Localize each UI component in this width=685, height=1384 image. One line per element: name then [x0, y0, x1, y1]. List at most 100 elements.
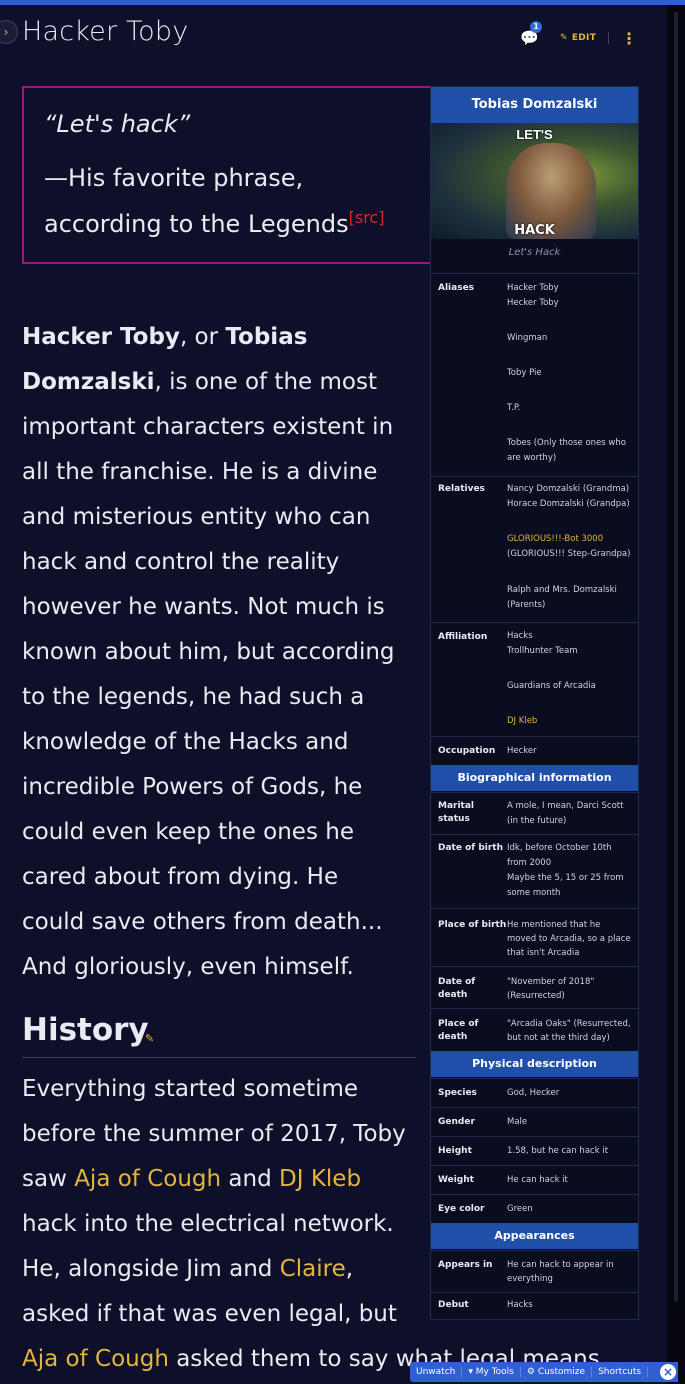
history-heading: History: [22, 1012, 149, 1048]
relative-value: (Parents): [507, 600, 546, 610]
intro-line: could save others from death...: [22, 909, 383, 935]
scrollbar[interactable]: [674, 12, 678, 1302]
edit-section-pencil-icon[interactable]: ✎: [145, 1032, 154, 1045]
infobox-caption: Let's Hack: [508, 247, 561, 258]
history-text: ,: [345, 1256, 354, 1282]
infobox-row-place-of-birth: Place of birth He mentioned that he move…: [431, 908, 638, 967]
close-icon[interactable]: ×: [660, 1364, 676, 1380]
pob-value: moved to Arcadia, so a place: [507, 934, 631, 944]
comment-count-badge: 1: [530, 21, 542, 33]
row-label: Affiliation: [438, 632, 488, 642]
quote-attribution: —His favorite phrase,: [44, 164, 304, 192]
quote-text: “Let's hack”: [44, 110, 191, 138]
alias-value: are worthy): [507, 453, 557, 463]
infobox-image[interactable]: LET'S HACK: [431, 123, 638, 239]
affiliation-link[interactable]: DJ Kleb: [507, 714, 633, 729]
history-paragraph: Everything started sometime before the s…: [22, 1067, 662, 1382]
link-aja-of-cough[interactable]: Aja of Cough: [22, 1346, 169, 1372]
sidebar-toggle-icon[interactable]: ›: [0, 20, 18, 44]
row-label: Date of birth: [438, 843, 503, 853]
alias-value: Tobes (Only those ones who: [507, 438, 626, 448]
relative-value: (GLORIOUS!!! Step-Grandpa): [507, 549, 631, 559]
row-label: Place of: [438, 1019, 479, 1029]
intro-line: And gloriously, even himself.: [22, 954, 354, 980]
affiliation-value: Guardians of Arcadia: [507, 681, 596, 691]
dob-value: Maybe the 5, 15 or 25 from: [507, 873, 624, 883]
customize-button[interactable]: ⚙ Customize: [521, 1367, 593, 1377]
intro-line: all the franchise. He is a divine: [22, 459, 378, 485]
infobox-row-occupation: Occupation Hecker: [431, 736, 638, 766]
quote-box: “Let's hack” —His favorite phrase, accor…: [22, 86, 433, 264]
alias-value: Hecker Toby: [507, 298, 559, 308]
edit-button[interactable]: ✎ EDIT: [560, 33, 596, 43]
quote-attribution-text: according to the Legends: [44, 210, 349, 238]
pob-value: that isn't Arcadia: [507, 948, 580, 958]
caret-down-icon: ▾: [468, 1367, 476, 1377]
section-biographical: Biographical information: [431, 765, 638, 791]
alias-value: T.P.: [507, 403, 521, 413]
relative-link[interactable]: GLORIOUS!!!-Bot 3000: [507, 532, 633, 547]
pob-value: He mentioned that he: [507, 920, 601, 930]
pod-value: "Arcadia Oaks" (Resurrected,: [507, 1019, 631, 1029]
history-text: saw: [22, 1166, 75, 1192]
unwatch-button[interactable]: Unwatch: [410, 1367, 463, 1377]
intro-line: known about him, but according: [22, 639, 395, 665]
affiliation-value: Hacks: [507, 631, 533, 641]
infobox-row-affiliation: Affiliation Hacks Trollhunter Team Guard…: [431, 622, 638, 737]
bold-name: Domzalski: [22, 369, 155, 395]
page-title: Hacker Toby: [22, 16, 189, 47]
infobox-row-relatives: Relatives Nancy Domzalski (Grandma) Hora…: [431, 476, 638, 621]
history-line: saw Aja of Cough and DJ Kleb: [22, 1157, 662, 1202]
top-accent-bar: [0, 0, 685, 5]
shortcuts-button[interactable]: Shortcuts: [592, 1367, 649, 1377]
dob-value: from 2000: [507, 858, 552, 868]
intro-text: , or: [179, 324, 226, 350]
infobox-row-place-of-death: Place of death "Arcadia Oaks" (Resurrect…: [431, 1008, 638, 1051]
intro-line: however he wants. Not much is: [22, 594, 385, 620]
affiliation-value: Trollhunter Team: [507, 646, 578, 656]
link-dj-kleb[interactable]: DJ Kleb: [279, 1166, 361, 1192]
bold-name: Hacker Toby: [22, 324, 180, 350]
infobox-row-date-of-death: Date of death "November of 2018" (Resurr…: [431, 966, 638, 1009]
src-link[interactable]: [src]: [349, 208, 385, 227]
infobox-row-marital: Marital status A mole, I mean, Darci Sco…: [431, 792, 638, 835]
history-text: He, alongside Jim and: [22, 1256, 280, 1282]
relative-value: Nancy Domzalski (Grandma): [507, 484, 630, 494]
alias-value: Wingman: [507, 333, 548, 343]
customize-label: Customize: [537, 1367, 586, 1377]
page-actions: 💬 1 ✎ EDIT ⋮: [520, 21, 637, 50]
comment-icon[interactable]: 💬 1: [520, 21, 542, 47]
my-tools-button[interactable]: ▾ My Tools: [462, 1367, 521, 1377]
row-label: Relatives: [438, 484, 485, 494]
dob-value: some month: [507, 888, 561, 898]
intro-text: , is one of the most: [154, 369, 377, 395]
relative-value: Horace Domzalski (Grandpa): [507, 499, 630, 509]
row-label: Date of: [438, 977, 476, 987]
image-caption-top: LET'S: [516, 127, 553, 142]
link-aja-of-cough[interactable]: Aja of Cough: [74, 1166, 221, 1192]
infobox-title: Tobias Domzalski: [431, 87, 638, 123]
actions-divider: [608, 32, 610, 44]
link-claire[interactable]: Claire: [280, 1256, 346, 1282]
intro-line: cared about from dying. He: [22, 864, 339, 890]
infobox-row-aliases: Aliases Hacker Toby Hecker Toby Wingman …: [431, 273, 638, 486]
history-text: and: [221, 1166, 280, 1192]
history-line: Everything started sometime: [22, 1076, 359, 1102]
history-line: He, alongside Jim and Claire,: [22, 1247, 662, 1292]
row-label: Marital: [438, 801, 475, 811]
row-label: death: [438, 990, 468, 1000]
intro-line: and misterious entity who can: [22, 504, 371, 530]
dob-value: Idk, before October 10th: [507, 843, 612, 853]
relative-value: Ralph and Mrs. Domzalski: [507, 585, 617, 595]
history-line: asked if that was even legal, but: [22, 1301, 397, 1327]
history-line: before the summer of 2017, Toby: [22, 1121, 406, 1147]
intro-line: important characters existent in: [22, 414, 394, 440]
intro-line: Hacker Toby, or Tobias: [22, 315, 417, 360]
more-options-icon[interactable]: ⋮: [621, 29, 637, 48]
intro-line: Domzalski, is one of the most: [22, 360, 417, 405]
intro-line: knowledge of the Hacks and: [22, 729, 349, 755]
marital-value: (in the future): [507, 816, 567, 826]
row-label: death: [438, 1032, 468, 1042]
alias-value: Hacker Toby: [507, 283, 559, 293]
image-caption-bottom: HACK: [514, 223, 555, 238]
